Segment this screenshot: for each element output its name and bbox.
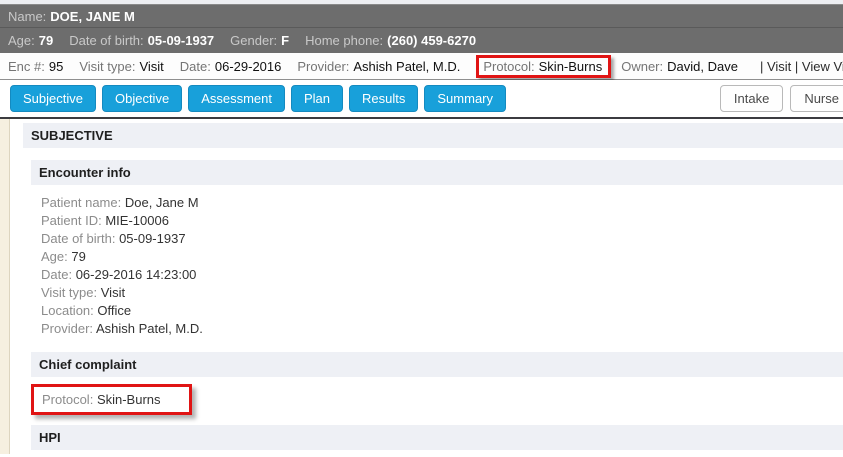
- encounter-header-row: Enc #: 95 Visit type: Visit Date: 06-29-…: [0, 53, 843, 80]
- protocol-annotation-box: Protocol: Skin-Burns: [476, 55, 611, 78]
- section-header-chief-complaint: Chief complaint: [31, 352, 843, 377]
- note-content-area: SUBJECTIVE Encounter info Patient name: …: [0, 117, 843, 454]
- patient-name-label: Name:: [8, 9, 46, 24]
- encounter-info-block: Patient name: Doe, Jane M Patient ID: MI…: [31, 185, 843, 346]
- tab-subjective[interactable]: Subjective: [10, 85, 96, 112]
- home-phone-field: Home phone: (260) 459-6270: [305, 33, 476, 48]
- info-row-age: Age: 79: [41, 248, 843, 266]
- intake-button[interactable]: Intake: [720, 85, 783, 112]
- view-visit-link[interactable]: View Visit: [802, 59, 843, 74]
- visit-type-field: Visit type: Visit: [79, 59, 163, 74]
- info-row-dob: Date of birth: 05-09-1937: [41, 230, 843, 248]
- info-row-patient-name: Patient name: Doe, Jane M: [41, 194, 843, 212]
- section-header-hpi: HPI: [31, 425, 843, 450]
- tab-assessment[interactable]: Assessment: [188, 85, 285, 112]
- chief-complaint-protocol-value: Skin-Burns: [97, 392, 161, 407]
- encounter-date-field: Date: 06-29-2016: [180, 59, 282, 74]
- section-header-encounter-info: Encounter info: [31, 160, 843, 185]
- patient-name-value: DOE, JANE M: [50, 9, 135, 24]
- patient-name-banner: Name: DOE, JANE M: [0, 4, 843, 27]
- tab-results[interactable]: Results: [349, 85, 418, 112]
- info-row-provider: Provider: Ashish Patel, M.D.: [41, 320, 843, 338]
- info-row-patient-id: Patient ID: MIE-10006: [41, 212, 843, 230]
- tab-plan[interactable]: Plan: [291, 85, 343, 112]
- visit-link[interactable]: Visit: [767, 59, 791, 74]
- dob-field: Date of birth: 05-09-1937: [69, 33, 214, 48]
- info-row-location: Location: Office: [41, 302, 843, 320]
- tab-objective[interactable]: Objective: [102, 85, 182, 112]
- tab-strip: Subjective Objective Assessment Plan Res…: [0, 80, 843, 117]
- section-header-subjective: SUBJECTIVE: [23, 123, 843, 148]
- enc-number-field: Enc #: 95: [8, 59, 63, 74]
- provider-field: Provider: Ashish Patel, M.D.: [297, 59, 460, 74]
- info-row-date: Date: 06-29-2016 14:23:00: [41, 266, 843, 284]
- protocol-label: Protocol:: [483, 59, 534, 74]
- age-field: Age: 79: [8, 33, 53, 48]
- gender-field: Gender: F: [230, 33, 289, 48]
- nurse-button[interactable]: Nurse: [790, 85, 843, 112]
- tab-summary[interactable]: Summary: [424, 85, 506, 112]
- info-row-visit-type: Visit type: Visit: [41, 284, 843, 302]
- right-button-group: Intake Nurse: [713, 85, 843, 112]
- owner-field: Owner: David, Dave: [621, 59, 738, 74]
- encounter-links: | Visit | View Visit |: [760, 59, 843, 74]
- chief-complaint-protocol-annotation-box: Protocol: Skin-Burns: [31, 384, 192, 415]
- chief-complaint-protocol-label: Protocol:: [42, 392, 93, 407]
- left-margin-strip: [0, 119, 10, 454]
- protocol-value: Skin-Burns: [539, 59, 603, 74]
- patient-demographics-banner: Age: 79 Date of birth: 05-09-1937 Gender…: [0, 27, 843, 53]
